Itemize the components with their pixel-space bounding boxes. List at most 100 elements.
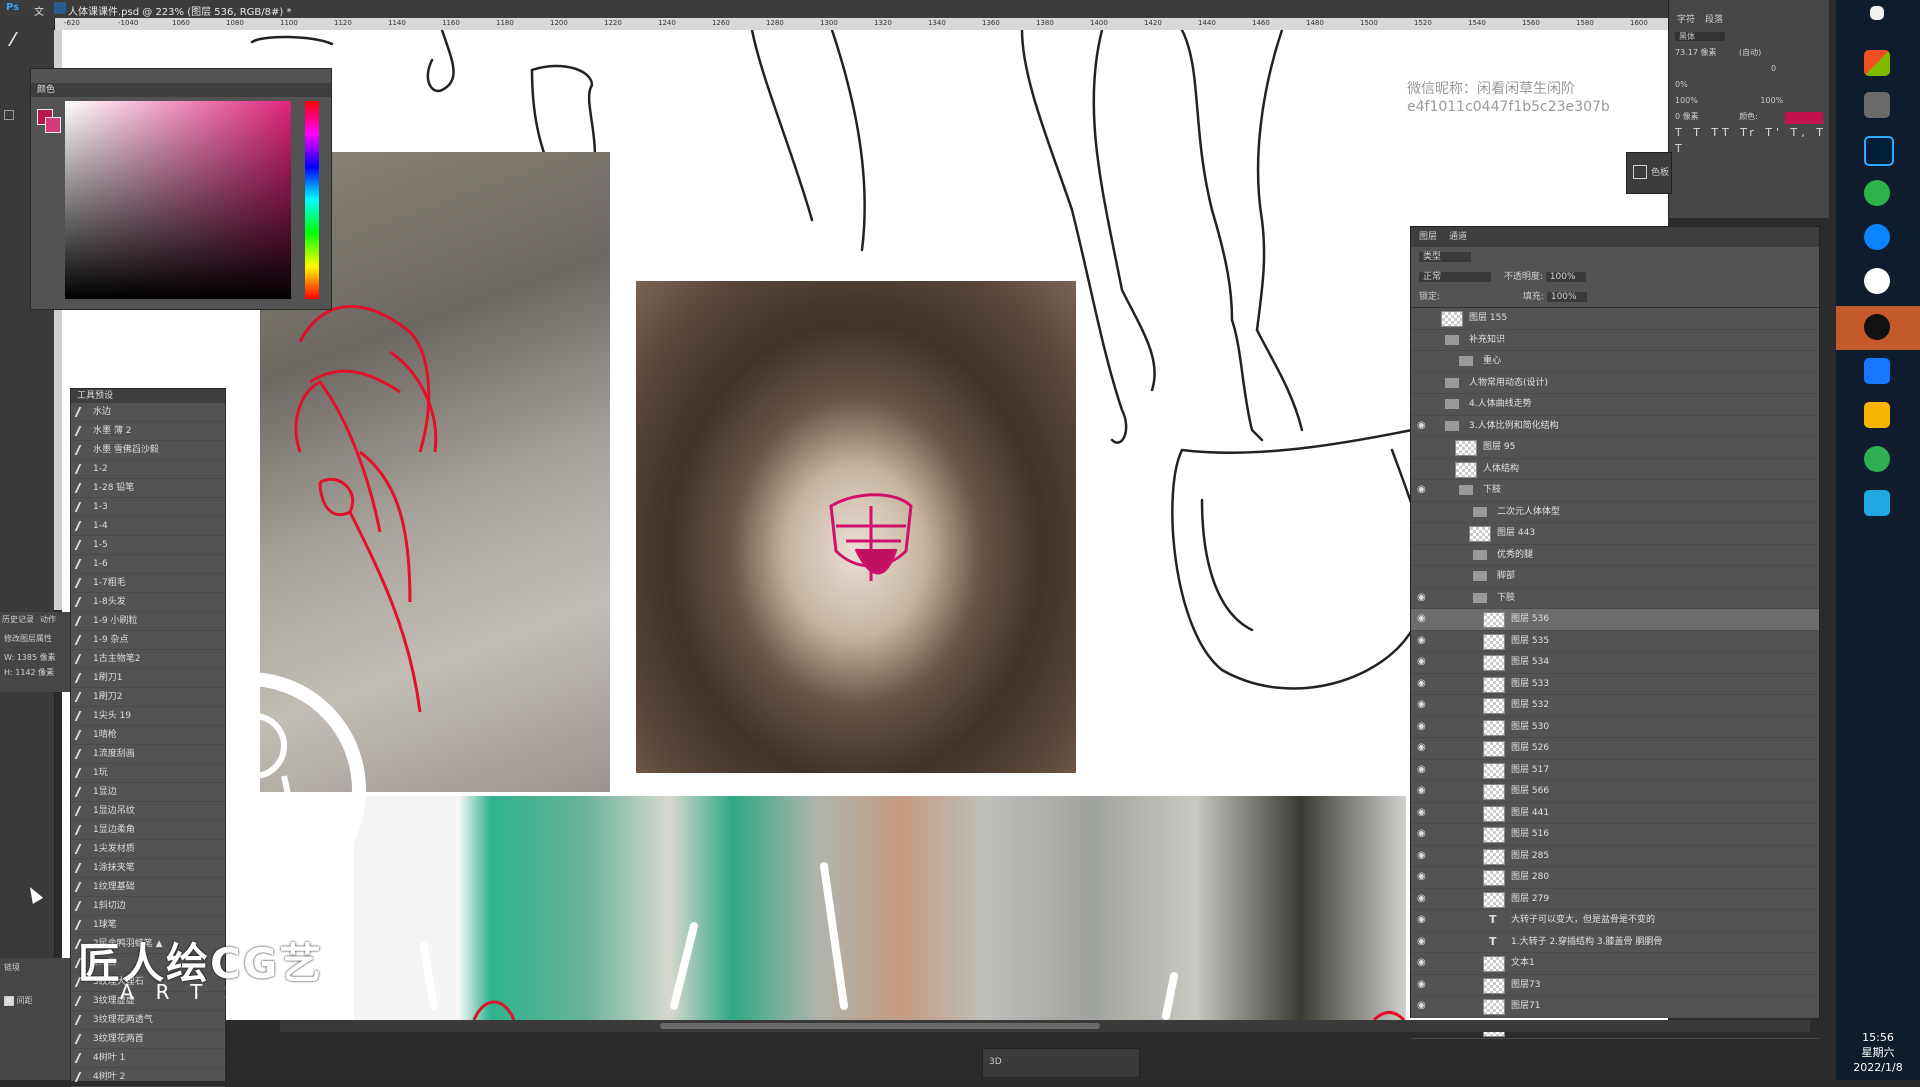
visibility-eye-icon[interactable]: ◉ [1417,678,1429,690]
tool-preset-item[interactable]: 1纹理基础 [71,878,225,897]
visibility-eye-icon[interactable]: ◉ [1417,592,1429,604]
tool-preset-item[interactable]: 1-8头发 [71,593,225,612]
blend-mode-select[interactable]: 正常 [1419,272,1492,282]
vertical-scale-field[interactable]: 100% [1675,96,1698,105]
tool-preset-item[interactable]: 1尖发材质 [71,840,225,859]
app-icon[interactable] [1864,92,1890,118]
visibility-eye-icon[interactable]: ◉ [1417,420,1429,432]
history-item[interactable]: 修改图层属性 [0,627,70,650]
qq-icon[interactable] [1864,314,1890,340]
tool-preset-item[interactable]: 3纹理花两透气 [71,1011,225,1030]
font-size-field[interactable]: 73.17 像素 [1675,48,1716,57]
system-clock[interactable]: 15:56 星期六 2022/1/8 [1836,1030,1920,1075]
layer-row[interactable]: 图层 155 [1411,308,1819,330]
tool-preset-item[interactable]: 1尖头 19 [71,707,225,726]
visibility-eye-icon[interactable]: ◉ [1417,1000,1429,1012]
layer-row[interactable]: 图层 443 [1411,523,1819,545]
percent-field[interactable]: 0% [1675,80,1688,89]
layer-row[interactable]: ◉ 图层 534 [1411,652,1819,674]
tool-preset-item[interactable]: 1-7粗毛 [71,574,225,593]
layer-row[interactable]: ◉ 图层 280 [1411,867,1819,889]
visibility-eye-icon[interactable]: ◉ [1417,656,1429,668]
photoshop-taskbar-icon[interactable] [1864,136,1894,166]
store-icon[interactable] [1864,50,1890,76]
layer-row[interactable]: ◉ 图层71 [1411,996,1819,1018]
notepad-icon[interactable] [1864,490,1890,516]
spacing-checkbox[interactable] [4,995,14,1006]
tool-preset-item[interactable]: 1-9 小刷粒 [71,612,225,631]
visibility-eye-icon[interactable]: ◉ [1417,936,1429,948]
layer-row[interactable]: 4.人体曲线走势 [1411,394,1819,416]
layer-row[interactable]: ◉ 图层 532 [1411,695,1819,717]
tab-paragraph[interactable]: 段落 [1705,12,1723,25]
tool-preset-item[interactable]: 1刷刀1 [71,669,225,688]
visibility-eye-icon[interactable]: ◉ [1417,807,1429,819]
tool-preset-item[interactable]: 1-6 [71,555,225,574]
tool-preset-item[interactable]: 1古主物笔2 [71,650,225,669]
layer-row[interactable]: ◉ 图层 279 [1411,889,1819,910]
wechat-icon[interactable] [1864,180,1890,206]
tool-preset-item[interactable]: 水墨 雪佛舀沙毅 [71,441,225,460]
tool-preset-item[interactable]: 4树叶 2 [71,1068,225,1087]
tracking-field[interactable]: 0 [1771,64,1776,73]
browser-icon[interactable] [1864,224,1890,250]
visibility-eye-icon[interactable]: ◉ [1417,957,1429,969]
p-app-icon[interactable] [1864,358,1890,384]
tool-preset-item[interactable]: 1-9 杂点 [71,631,225,650]
tool-preset-item[interactable]: 1刷刀2 [71,688,225,707]
visibility-eye-icon[interactable]: ◉ [1417,979,1429,991]
tool-preset-item[interactable]: 4树叶 1 [71,1049,225,1068]
visibility-eye-icon[interactable]: ◉ [1417,828,1429,840]
horizontal-scale-field[interactable]: 100% [1760,96,1783,105]
layer-row[interactable]: ◉ 文本1 [1411,953,1819,975]
visibility-eye-icon[interactable]: ◉ [1417,764,1429,776]
tool-preset-item[interactable]: 1斜切边 [71,897,225,916]
tool-preset-item[interactable]: 1-4 [71,517,225,536]
layer-row[interactable]: 二次元人体体型 [1411,502,1819,523]
leading-field[interactable]: (自动) [1739,48,1761,57]
layer-row[interactable]: 图层 95 [1411,437,1819,459]
layer-row[interactable]: ◉ 图层 526 [1411,738,1819,760]
layer-row[interactable]: ◉ 图层 285 [1411,846,1819,867]
hue-slider[interactable] [305,101,319,299]
layer-row[interactable]: 优秀的腿 [1411,545,1819,566]
layer-row[interactable]: 脚部 [1411,566,1819,588]
tool-preset-item[interactable]: 水边 [71,403,225,422]
layer-row[interactable]: ◉ T 大转子可以变大，但是盆骨是不变的 [1411,910,1819,932]
layer-row[interactable]: 重心 [1411,351,1819,373]
tool-preset-item[interactable]: 1-2 [71,460,225,479]
layer-row[interactable]: ◉ 下肢 [1411,480,1819,502]
layer-row[interactable]: ◉ 图层 441 [1411,803,1819,824]
3d-label[interactable]: 3D [989,1057,1002,1067]
horizontal-scrollbar[interactable] [280,1020,1810,1032]
opacity-field[interactable]: 100% [1545,272,1586,282]
tab-layers[interactable]: 图层 [1419,229,1437,245]
tool-preset-item[interactable]: 1-3 [71,498,225,517]
visibility-eye-icon[interactable]: ◉ [1417,721,1429,733]
tab-actions[interactable]: 动作 [40,614,56,625]
tool-preset-item[interactable]: 水墨 薄 2 [71,422,225,441]
visibility-eye-icon[interactable]: ◉ [1417,871,1429,883]
layer-row[interactable]: ◉ 图层 536 [1411,609,1819,631]
layer-row[interactable]: ◉ 图层 530 [1411,717,1819,738]
layer-row[interactable]: ◉ 3.人体比例和简化结构 [1411,416,1819,437]
layer-row[interactable]: ◉ 图层 516 [1411,824,1819,846]
tool-preset-item[interactable]: 1显边柔角 [71,821,225,840]
photoshop-logo[interactable]: Ps [6,2,19,13]
baseline-field[interactable]: 0 像素 [1675,112,1699,121]
layer-row[interactable]: ◉ 图层 566 [1411,781,1819,803]
layer-row[interactable]: ◉ 图层 535 [1411,631,1819,652]
tool-preset-item[interactable]: 1晴枪 [71,726,225,745]
tab-channels[interactable]: 通道 [1449,229,1467,245]
game-icon[interactable] [1864,446,1890,472]
scrollbar-thumb[interactable] [660,1023,1100,1029]
fill-field[interactable]: 100% [1546,292,1587,302]
visibility-eye-icon[interactable]: ◉ [1417,893,1429,905]
tool-preset-item[interactable]: 1玩 [71,764,225,783]
tool-preset-item[interactable]: 1-5 [71,536,225,555]
folder-icon[interactable] [1864,402,1890,428]
tool-preset-item[interactable]: 1显边吊纹 [71,802,225,821]
layer-row[interactable]: 补充知识 [1411,330,1819,351]
tool-preset-item[interactable]: 1涂抹夹笔 [71,859,225,878]
color-picker-field[interactable] [65,101,291,299]
